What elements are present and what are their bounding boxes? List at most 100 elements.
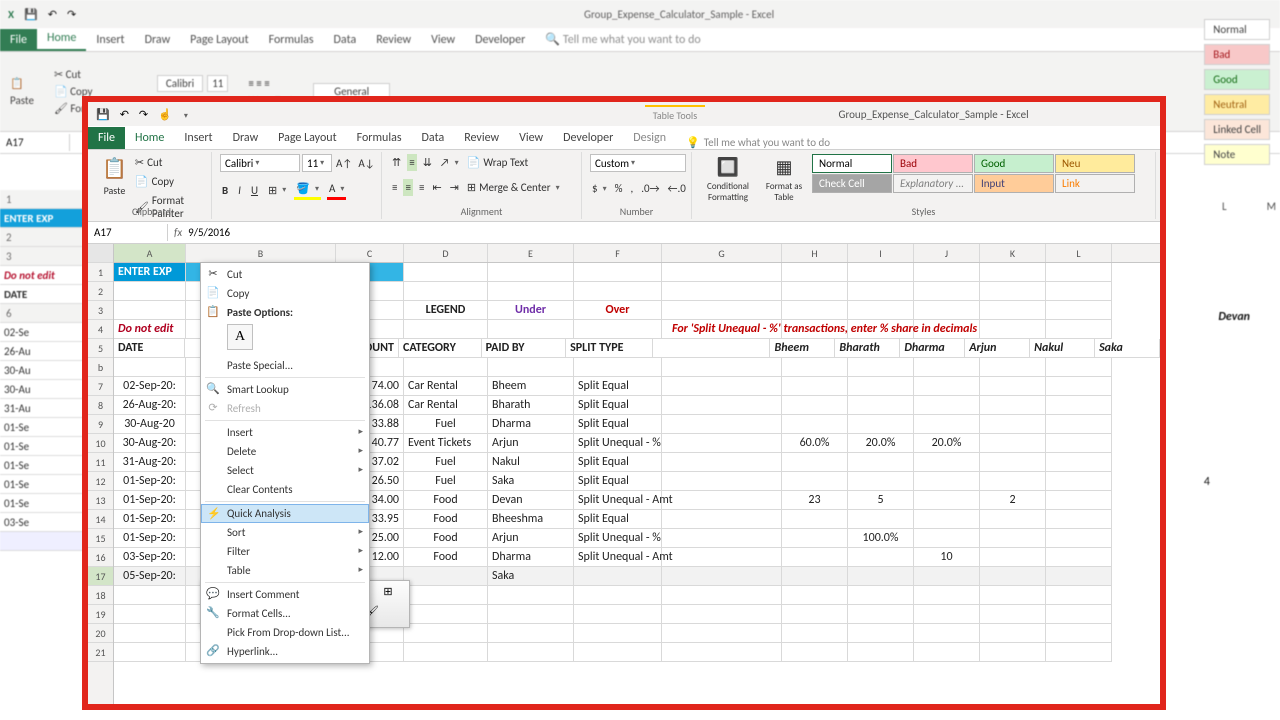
clipboard-group: 📋 Paste ✂Cut 📄Copy 🖌Format Painter Clipb… <box>92 152 212 219</box>
copy-button[interactable]: 📄Copy <box>133 173 203 190</box>
font-color-button[interactable]: A <box>327 180 346 200</box>
bg-namebox: A17 <box>0 134 70 151</box>
tab-design[interactable]: Design <box>623 127 676 149</box>
paste-option-keep-text[interactable]: A <box>227 324 253 350</box>
increase-decimal-icon[interactable]: .0→ <box>639 180 661 197</box>
style-input[interactable]: Input <box>974 174 1054 193</box>
cut-button[interactable]: ✂Cut <box>133 154 203 171</box>
copy-icon: 📄 <box>205 286 221 302</box>
undo-icon[interactable]: ↶ <box>120 108 129 121</box>
ctx-insert[interactable]: Insert <box>201 423 369 442</box>
accounting-format-icon[interactable]: $ <box>590 180 609 197</box>
ctx-paste-special[interactable]: Paste Special... <box>201 356 369 375</box>
underline-button[interactable]: U <box>249 180 260 200</box>
qat-customize-icon[interactable] <box>182 108 188 121</box>
tab-review[interactable]: Review <box>454 127 509 149</box>
align-bottom-icon[interactable]: ⇊ <box>421 154 434 171</box>
align-left-icon[interactable]: ≡ <box>390 179 399 196</box>
window-title: Group_Expense_Calculator_Sample - Excel <box>715 108 1152 121</box>
ctx-quick-analysis[interactable]: ⚡Quick Analysis <box>201 504 369 523</box>
ctx-copy[interactable]: 📄Copy <box>201 284 369 303</box>
redo-icon[interactable]: ↷ <box>139 108 148 121</box>
ribbon: 📋 Paste ✂Cut 📄Copy 🖌Format Painter Clipb… <box>88 150 1160 222</box>
grow-font-icon[interactable]: A↑ <box>334 154 354 172</box>
ctx-delete[interactable]: Delete <box>201 442 369 461</box>
tab-page-layout[interactable]: Page Layout <box>268 127 346 149</box>
copy-icon: 📄 <box>135 175 149 188</box>
orientation-icon[interactable]: ↗ <box>438 154 461 171</box>
scissors-icon: ✂ <box>205 267 221 283</box>
shrink-font-icon[interactable]: A↓ <box>356 154 376 172</box>
tab-formulas[interactable]: Formulas <box>347 127 412 149</box>
tab-file[interactable]: File <box>88 127 125 149</box>
align-middle-icon[interactable]: ≡ <box>407 154 416 171</box>
tab-data[interactable]: Data <box>412 127 455 149</box>
tab-draw[interactable]: Draw <box>223 127 269 149</box>
align-right-icon[interactable]: ≡ <box>417 179 426 196</box>
comma-format-icon[interactable]: , <box>628 180 635 197</box>
conditional-formatting-button[interactable]: 🔲 Conditional Formatting <box>700 154 756 205</box>
increase-indent-icon[interactable]: ⇥ <box>448 179 461 196</box>
formula-bar: A17 fx 9/5/2016 <box>88 222 1160 244</box>
tab-developer[interactable]: Developer <box>553 127 623 149</box>
mini-border-icon[interactable]: ⊞ <box>379 583 397 601</box>
touch-mode-icon[interactable]: ☝ <box>158 108 172 121</box>
style-check-cell[interactable]: Check Cell <box>812 174 892 193</box>
style-bad[interactable]: Bad <box>893 154 973 173</box>
table-tools-label: Table Tools <box>645 105 705 124</box>
ctx-insert-comment[interactable]: 💬Insert Comment <box>201 585 369 604</box>
style-linked[interactable]: Link <box>1055 174 1135 193</box>
font-group: Calibri 11 A↑ A↓ B I U ⊞ 🪣 A <box>212 152 382 219</box>
format-cells-icon: 🔧 <box>205 606 221 622</box>
decrease-decimal-icon[interactable]: ←.0 <box>666 180 688 197</box>
style-explanatory[interactable]: Explanatory ... <box>893 174 973 193</box>
formula-input[interactable]: 9/5/2016 <box>188 226 230 239</box>
bold-button[interactable]: B <box>220 180 230 200</box>
ctx-hyperlink[interactable]: 🔗Hyperlink... <box>201 642 369 661</box>
ctx-cut[interactable]: ✂Cut <box>201 265 369 284</box>
style-normal[interactable]: Normal <box>812 154 892 173</box>
save-icon[interactable]: 💾 <box>96 108 110 121</box>
tell-me-search[interactable]: 💡 Tell me what you want to do <box>676 136 1160 149</box>
save-icon: 💾 <box>24 8 38 21</box>
ctx-sort[interactable]: Sort <box>201 523 369 542</box>
ctx-select[interactable]: Select <box>201 461 369 480</box>
italic-button[interactable]: I <box>236 180 243 200</box>
name-box[interactable]: A17 <box>88 224 168 241</box>
ctx-filter[interactable]: Filter <box>201 542 369 561</box>
number-format-combo[interactable]: Custom <box>590 154 686 172</box>
wrap-text-button[interactable]: 📄Wrap Text <box>465 154 530 171</box>
tab-insert[interactable]: Insert <box>174 127 222 149</box>
style-neutral[interactable]: Neu <box>1055 154 1135 173</box>
border-button[interactable]: ⊞ <box>266 180 288 200</box>
ctx-smart-lookup[interactable]: 🔍Smart Lookup <box>201 380 369 399</box>
decrease-indent-icon[interactable]: ⇤ <box>430 179 443 196</box>
fill-color-button[interactable]: 🪣 <box>294 180 321 200</box>
ctx-table[interactable]: Table <box>201 561 369 580</box>
ctx-format-cells[interactable]: 🔧Format Cells... <box>201 604 369 623</box>
paste-button[interactable]: 📋 Paste <box>100 154 129 199</box>
align-center-icon[interactable]: ≡ <box>403 179 412 196</box>
styles-group: 🔲 Conditional Formatting ▦ Format as Tab… <box>692 152 1156 219</box>
font-size-combo[interactable]: 11 <box>302 154 332 172</box>
ctx-pick-from-list[interactable]: Pick From Drop-down List... <box>201 623 369 642</box>
style-good[interactable]: Good <box>974 154 1054 173</box>
font-name-combo[interactable]: Calibri <box>220 154 300 172</box>
ctx-clear-contents[interactable]: Clear Contents <box>201 480 369 499</box>
window-title: Group_Expense_Calculator_Sample - Excel <box>86 8 1272 21</box>
bg-tab-home: Home <box>37 27 86 51</box>
quick-access-toolbar: 💾 ↶ ↷ ☝ Table Tools Group_Expense_Calcul… <box>88 102 1160 126</box>
align-top-icon[interactable]: ⇈ <box>390 154 403 171</box>
percent-format-icon[interactable]: % <box>613 180 625 197</box>
merge-center-button[interactable]: ⊞Merge & Center <box>465 179 562 196</box>
tab-view[interactable]: View <box>509 127 553 149</box>
cond-format-icon: 🔲 <box>717 156 739 178</box>
number-group: Custom $ % , .0→ ←.0 Number <box>582 152 692 219</box>
format-as-table-button[interactable]: ▦ Format as Table <box>760 154 808 205</box>
redo-icon: ↷ <box>67 8 76 21</box>
column-headers[interactable]: A B C D E F G H I J K L <box>114 244 1160 263</box>
fx-icon[interactable]: fx <box>174 226 182 239</box>
tab-home[interactable]: Home <box>125 127 174 149</box>
lookup-icon: 🔍 <box>205 382 221 398</box>
row-headers[interactable]: 123 45b 789 101112 131415 1617 1819 2021 <box>88 244 114 704</box>
